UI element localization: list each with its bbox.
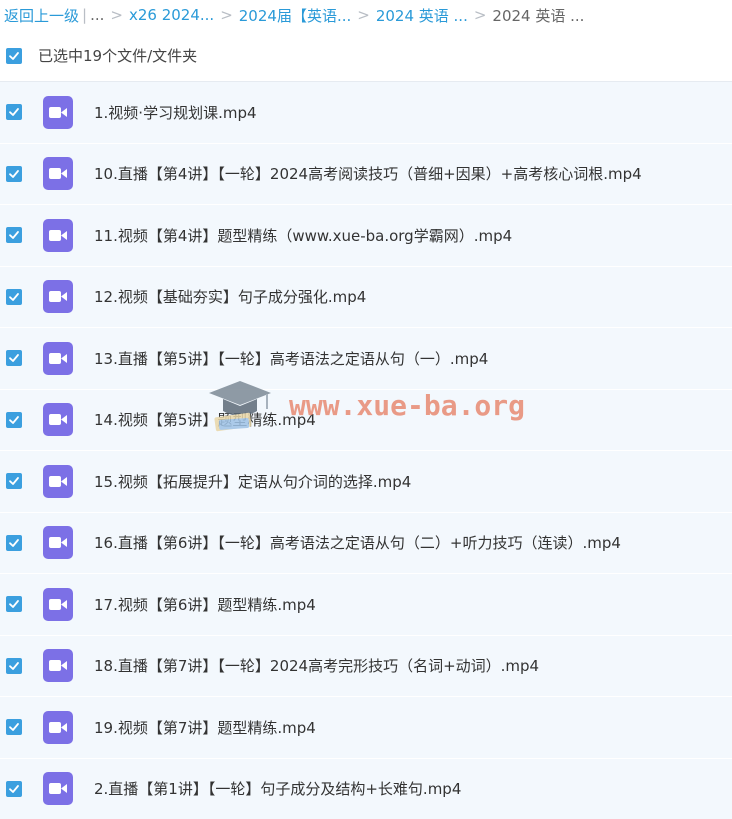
checkmark-icon bbox=[9, 354, 19, 363]
video-file-icon bbox=[43, 95, 73, 129]
file-row[interactable]: 17.视频【第6讲】题型精练.mp4 bbox=[0, 574, 732, 636]
file-checkbox[interactable] bbox=[6, 165, 22, 182]
breadcrumb-separator: > bbox=[473, 6, 487, 24]
file-row[interactable]: 10.直播【第4讲】【一轮】2024高考阅读技巧（普细+因果）+高考核心词根.m… bbox=[0, 143, 732, 205]
file-name[interactable]: 15.视频【拓展提升】定语从句介词的选择.mp4 bbox=[94, 471, 411, 492]
file-row[interactable]: 18.直播【第7讲】【一轮】2024高考完形技巧（名词+动词）.mp4 bbox=[0, 635, 732, 697]
checkmark-icon bbox=[9, 784, 19, 793]
file-name[interactable]: 18.直播【第7讲】【一轮】2024高考完形技巧（名词+动词）.mp4 bbox=[94, 655, 539, 676]
file-checkbox[interactable] bbox=[6, 288, 22, 305]
file-row[interactable]: 15.视频【拓展提升】定语从句介词的选择.mp4 bbox=[0, 451, 732, 513]
video-file-icon bbox=[43, 403, 73, 437]
video-file-icon bbox=[43, 526, 73, 560]
file-name[interactable]: 16.直播【第6讲】【一轮】高考语法之定语从句（二）+听力技巧（连读）.mp4 bbox=[94, 532, 621, 553]
file-checkbox[interactable] bbox=[6, 596, 22, 613]
breadcrumb-current: 2024 英语 ... bbox=[492, 6, 585, 25]
file-name[interactable]: 1.视频·学习规划课.mp4 bbox=[94, 102, 257, 123]
checkmark-icon bbox=[9, 231, 19, 240]
video-file-icon bbox=[43, 341, 73, 375]
selection-count-label: 已选中19个文件/文件夹 bbox=[38, 47, 198, 65]
breadcrumb: 返回上一级 | ... > x26 2024... > 2024届【英语... … bbox=[0, 0, 732, 30]
breadcrumb-divider: | bbox=[82, 6, 88, 24]
checkmark-icon bbox=[9, 538, 19, 547]
breadcrumb-item-1[interactable]: x26 2024... bbox=[129, 6, 214, 24]
checkmark-icon bbox=[9, 600, 19, 609]
file-name[interactable]: 14.视频【第5讲】题型精练.mp4 bbox=[94, 409, 316, 430]
breadcrumb-separator: > bbox=[220, 6, 233, 24]
file-checkbox[interactable] bbox=[6, 719, 22, 736]
video-file-icon bbox=[43, 772, 73, 806]
file-checkbox[interactable] bbox=[6, 473, 22, 490]
file-row[interactable]: 1.视频·学习规划课.mp4 bbox=[0, 82, 732, 144]
select-all-checkbox[interactable] bbox=[6, 47, 22, 64]
file-name[interactable]: 17.视频【第6讲】题型精练.mp4 bbox=[94, 594, 316, 615]
file-checkbox[interactable] bbox=[6, 350, 22, 367]
file-row[interactable]: 14.视频【第5讲】题型精练.mp4 bbox=[0, 389, 732, 451]
breadcrumb-item-2[interactable]: 2024届【英语... bbox=[239, 5, 351, 26]
file-row[interactable]: 16.直播【第6讲】【一轮】高考语法之定语从句（二）+听力技巧（连读）.mp4 bbox=[0, 512, 732, 574]
video-file-icon bbox=[43, 464, 73, 498]
file-row[interactable]: 2.直播【第1讲】【一轮】句子成分及结构+长难句.mp4 bbox=[0, 758, 732, 819]
file-row[interactable]: 19.视频【第7讲】题型精练.mp4 bbox=[0, 697, 732, 759]
checkmark-icon bbox=[9, 169, 19, 178]
breadcrumb-item-3[interactable]: 2024 英语 ... bbox=[376, 5, 468, 26]
file-name[interactable]: 13.直播【第5讲】【一轮】高考语法之定语从句（一）.mp4 bbox=[94, 348, 488, 369]
file-checkbox[interactable] bbox=[6, 227, 22, 244]
file-checkbox[interactable] bbox=[6, 534, 22, 551]
selection-bar: 已选中19个文件/文件夹 bbox=[0, 30, 732, 82]
video-file-icon bbox=[43, 280, 73, 314]
file-row[interactable]: 12.视频【基础夯实】句子成分强化.mp4 bbox=[0, 266, 732, 328]
file-name[interactable]: 11.视频【第4讲】题型精练（www.xue-ba.org学霸网）.mp4 bbox=[94, 225, 512, 246]
file-row[interactable]: 13.直播【第5讲】【一轮】高考语法之定语从句（一）.mp4 bbox=[0, 328, 732, 390]
video-file-icon bbox=[43, 710, 73, 744]
checkmark-icon bbox=[9, 661, 19, 670]
checkmark-icon bbox=[9, 723, 19, 732]
file-checkbox[interactable] bbox=[6, 411, 22, 428]
video-file-icon bbox=[43, 157, 73, 191]
video-file-icon bbox=[43, 218, 73, 252]
file-list: 1.视频·学习规划课.mp4 10.直播【第4讲】【一轮】2024高考阅读技巧（普… bbox=[0, 82, 732, 819]
file-checkbox[interactable] bbox=[6, 780, 22, 797]
video-file-icon bbox=[43, 649, 73, 683]
checkmark-icon bbox=[9, 108, 19, 117]
file-row[interactable]: 11.视频【第4讲】题型精练（www.xue-ba.org学霸网）.mp4 bbox=[0, 205, 732, 267]
checkmark-icon bbox=[9, 292, 19, 301]
checkmark-icon bbox=[9, 51, 19, 60]
checkmark-icon bbox=[9, 415, 19, 424]
breadcrumb-separator: > bbox=[110, 6, 123, 24]
breadcrumb-separator: > bbox=[357, 6, 370, 24]
file-name[interactable]: 10.直播【第4讲】【一轮】2024高考阅读技巧（普细+因果）+高考核心词根.m… bbox=[94, 163, 642, 184]
file-name[interactable]: 19.视频【第7讲】题型精练.mp4 bbox=[94, 717, 316, 738]
file-name[interactable]: 2.直播【第1讲】【一轮】句子成分及结构+长难句.mp4 bbox=[94, 778, 461, 799]
file-checkbox[interactable] bbox=[6, 657, 22, 674]
video-file-icon bbox=[43, 587, 73, 621]
checkmark-icon bbox=[9, 477, 19, 486]
breadcrumb-ellipsis[interactable]: ... bbox=[90, 6, 104, 24]
file-checkbox[interactable] bbox=[6, 104, 22, 121]
back-link[interactable]: 返回上一级 bbox=[4, 5, 79, 26]
file-name[interactable]: 12.视频【基础夯实】句子成分强化.mp4 bbox=[94, 286, 366, 307]
